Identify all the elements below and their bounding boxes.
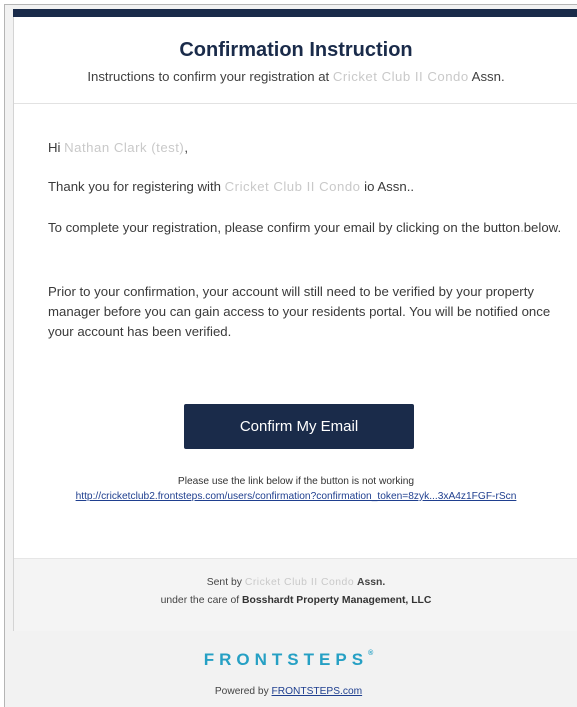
verification-note: Prior to your confirmation, your account… [48, 284, 551, 339]
care-of-line: under the care of Bosshardt Property Man… [14, 595, 577, 606]
powered-by: Powered by FRONTSTEPS.com [0, 686, 577, 697]
management-company: Bosshardt Property Management, LLC [242, 595, 432, 606]
frontsteps-link[interactable]: FRONTSTEPS.com [272, 686, 363, 697]
email-card: Confirmation Instruction Instructions to… [13, 17, 577, 631]
confirmation-link[interactable]: http://cricketclub2.frontsteps.com/users… [14, 491, 577, 502]
page-subtitle: Instructions to confirm your registratio… [14, 69, 577, 84]
greeting-prefix: Hi [48, 140, 61, 155]
thanks-suffix: io Assn.. [364, 179, 415, 194]
care-of-prefix: under the care of [160, 595, 240, 606]
email-footer: Sent by Cricket Club II Condo Assn. unde… [14, 558, 577, 631]
sent-by-prefix: Sent by [206, 577, 242, 588]
thanks-message: Thank you for registering with Cricket C… [48, 177, 568, 197]
sent-by-line: Sent by Cricket Club II Condo Assn. [14, 577, 577, 588]
frontsteps-logo: FRONTSTEPS® [0, 650, 577, 670]
email-header: Confirmation Instruction Instructions to… [14, 17, 577, 104]
sent-by-assn-redacted: Cricket Club II Condo [244, 577, 355, 588]
subtitle-assn-redacted: Cricket Club II Condo [332, 69, 469, 84]
thanks-prefix: Thank you for registering with [48, 179, 221, 194]
greeting-suffix: , [184, 140, 188, 155]
fallback-note: Please use the link below if the button … [177, 476, 415, 487]
greeting: Hi Nathan Clark (test), [48, 138, 568, 158]
top-accent-bar [13, 9, 577, 17]
greeting-name-redacted: Nathan Clark (test) [64, 140, 185, 155]
subtitle-prefix: Instructions to confirm your registratio… [87, 69, 330, 84]
thanks-assn-redacted: Cricket Club II Condo [224, 179, 361, 194]
powered-prefix: Powered by [214, 686, 269, 697]
sent-by-suffix: Assn. [357, 577, 386, 588]
page-title: Confirmation Instruction [179, 39, 413, 61]
instruction-text: To complete your registration, please co… [48, 220, 562, 235]
brand-name: FRONTSTEPS [203, 650, 369, 669]
brand-registered-mark: ® [368, 650, 374, 657]
subtitle-suffix: Assn. [471, 69, 505, 84]
confirm-email-button[interactable]: Confirm My Email [184, 404, 414, 449]
